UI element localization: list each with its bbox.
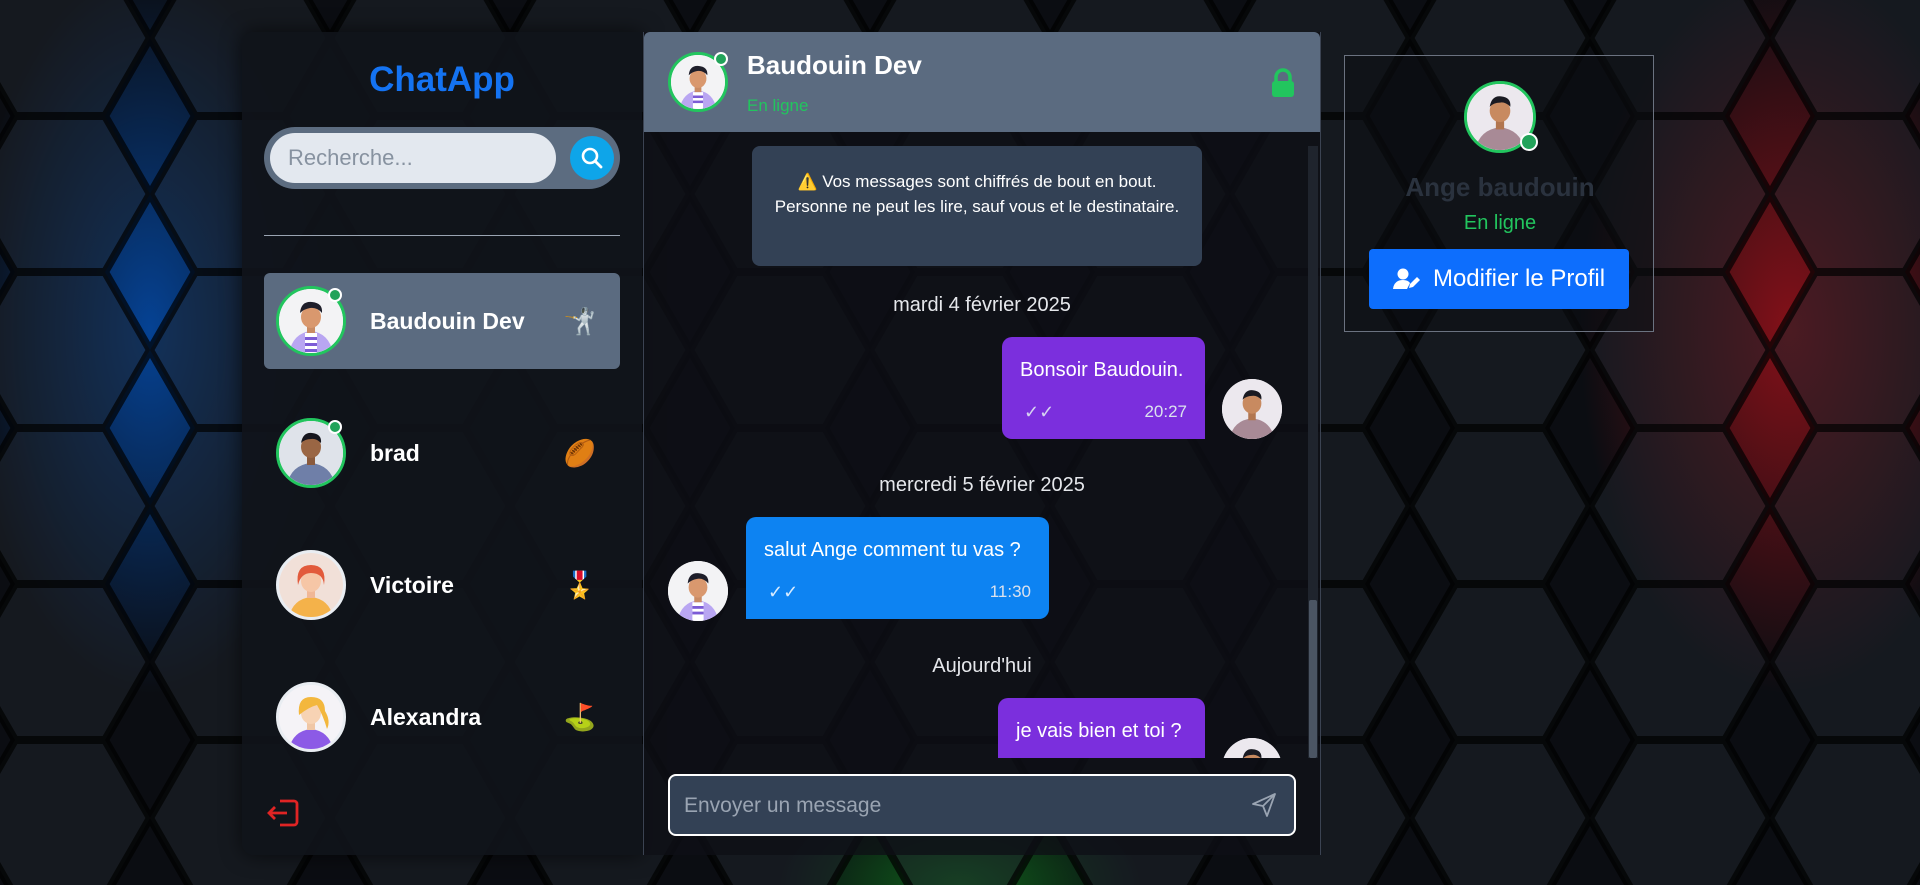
search-button[interactable] (570, 136, 614, 180)
chat-header: Baudouin Dev En ligne (644, 32, 1320, 132)
message-bubble-sent[interactable]: Bonsoir Baudouin. ✓✓ 20:27 (1002, 337, 1205, 439)
online-indicator (328, 288, 342, 302)
lock-icon (1272, 68, 1294, 97)
fencing-icon: 🤺 (563, 305, 597, 336)
avatar (1222, 738, 1282, 758)
message-text: je vais bien et toi ? (1016, 720, 1182, 742)
online-indicator (1520, 133, 1538, 151)
avatar-illustration (279, 685, 343, 749)
message-bubble-received[interactable]: salut Ange comment tu vas ? ✓✓ 11:30 (746, 517, 1049, 619)
read-receipt-icon: ✓✓ (1024, 402, 1055, 422)
golf-icon: ⛳ (563, 701, 597, 732)
contact-item-alexandra[interactable]: Alexandra ⛳ (264, 669, 620, 765)
message-bubble-sent[interactable]: je vais bien et toi ? (998, 698, 1205, 758)
sidebar-divider (264, 235, 620, 236)
message-text: Bonsoir Baudouin. (1020, 359, 1184, 381)
profile-card: Ange baudouin En ligne Modifier le Profi… (1344, 55, 1654, 332)
date-separator: Aujourd'hui (932, 655, 1032, 677)
profile-status: En ligne (1463, 212, 1537, 234)
encryption-lock (1270, 68, 1296, 103)
contacts-sidebar: ChatApp Recherche... Baudouin Dev 🤺 brad… (242, 32, 642, 855)
message-overflow-clip: je vais bien et toi ? (644, 696, 1308, 758)
chat-panel: Baudouin Dev En ligne ⚠️ Vos messages so… (643, 32, 1321, 855)
chat-contact-name: Baudouin Dev (747, 50, 922, 80)
send-button[interactable] (1250, 791, 1278, 824)
encryption-notice: ⚠️ Vos messages sont chiffrés de bout en… (752, 146, 1202, 266)
avatar-illustration (668, 561, 728, 621)
message-text: salut Ange comment tu vas ? (764, 539, 1021, 561)
scrollbar-thumb[interactable] (1309, 600, 1317, 758)
chat-contact-status: En ligne (747, 96, 809, 115)
date-separator: mardi 4 février 2025 (893, 294, 1071, 316)
user-edit-icon (1392, 268, 1420, 289)
contact-item-brad[interactable]: brad 🏉 (264, 405, 620, 501)
warning-icon: ⚠️ (797, 174, 818, 191)
avatar-illustration (1222, 379, 1282, 439)
edit-profile-button[interactable]: Modifier le Profil (1369, 249, 1629, 309)
avatar (668, 561, 728, 621)
logout-button[interactable] (266, 798, 300, 833)
profile-name: Ange baudouin (1405, 172, 1595, 202)
online-indicator (328, 420, 342, 434)
avatar (276, 682, 346, 752)
avatar (276, 550, 346, 620)
edit-profile-label: Modifier le Profil (1432, 265, 1606, 292)
logout-icon (267, 799, 299, 827)
search-input[interactable] (270, 133, 556, 183)
message-time: 20:27 (1144, 402, 1187, 421)
read-receipt-icon: ✓✓ (768, 582, 799, 602)
send-icon (1252, 793, 1276, 817)
medal-icon: 🎖️ (563, 569, 597, 600)
message-input[interactable] (682, 784, 1226, 828)
brand-title: ChatApp (369, 60, 515, 99)
avatar-illustration (1222, 738, 1282, 758)
search-icon (581, 147, 603, 169)
message-composer (668, 774, 1296, 836)
contact-name: Baudouin Dev (370, 307, 525, 334)
avatar (1222, 379, 1282, 439)
avatar-illustration (279, 553, 343, 617)
contact-name: Victoire (370, 571, 454, 598)
contact-name: Alexandra (370, 703, 482, 730)
search-bar (264, 127, 620, 189)
rugby-ball-icon: 🏉 (563, 437, 597, 468)
contact-item-victoire[interactable]: Victoire 🎖️ (264, 537, 620, 633)
contact-name: brad (370, 439, 420, 466)
date-separator: mercredi 5 février 2025 (879, 474, 1085, 496)
online-indicator (714, 52, 728, 66)
encryption-notice-text: Vos messages sont chiffrés de bout en bo… (774, 172, 1180, 216)
message-time: 11:30 (989, 582, 1031, 601)
contact-item-baudouin-dev[interactable]: Baudouin Dev 🤺 (264, 273, 620, 369)
